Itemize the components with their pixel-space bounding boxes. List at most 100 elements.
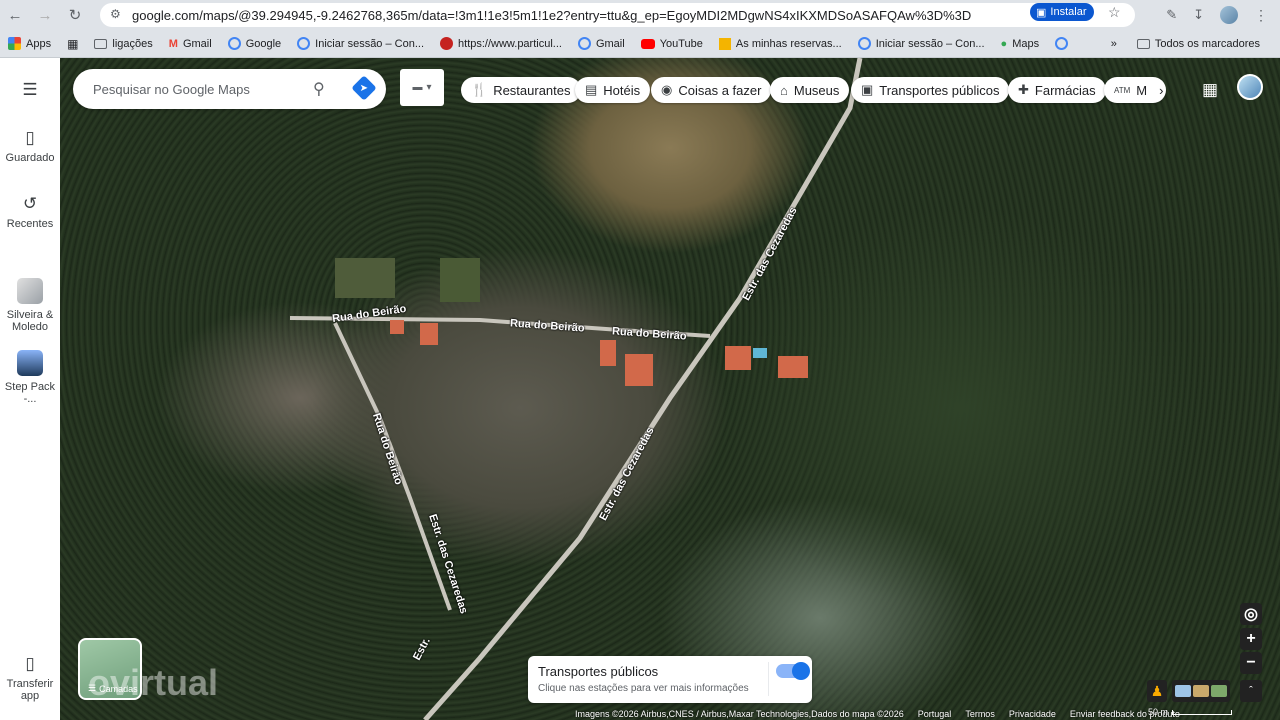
search-icon[interactable]: ⚲ [313, 79, 325, 99]
google-icon [857, 37, 871, 50]
road-estr-cezaredas [423, 58, 863, 720]
atm-icon: ATM [1114, 85, 1131, 95]
divider [768, 662, 769, 696]
chip-more[interactable]: ATM M › [1104, 77, 1166, 103]
reload-icon[interactable]: ↻ [60, 0, 90, 30]
scale-bar [1172, 709, 1233, 715]
site-info-icon[interactable]: ⚙ [110, 7, 121, 21]
bookmark-maps[interactable]: ● Maps [993, 38, 1048, 50]
bookmark-ligacoes[interactable]: ligações [86, 38, 160, 50]
bookmark-reservas[interactable]: As minhas reservas... [711, 37, 850, 50]
transit-card[interactable]: Transportes públicos Clique nas estações… [528, 656, 812, 703]
terms-link[interactable]: Termos [965, 709, 995, 719]
bookmark-particular[interactable]: https://www.particul... [432, 37, 570, 50]
google-icon [297, 37, 311, 50]
privacy-link[interactable]: Privacidade [1009, 709, 1056, 719]
chip-coisas-a-fazer[interactable]: ◉ Coisas a fazer [651, 77, 772, 103]
recents-button[interactable]: ↺ Recentes [0, 194, 60, 230]
camera-icon: ◉ [661, 82, 673, 97]
chevron-down-icon: ▾ [426, 82, 432, 93]
layer-thumb [1175, 685, 1191, 697]
menu-button[interactable]: ☰ [0, 80, 60, 104]
chip-museus[interactable]: ⌂ Museus [770, 77, 850, 103]
scale-indicator[interactable]: 50 m [1148, 707, 1233, 717]
place-thumbnail [17, 350, 43, 376]
road-overlay [289, 58, 863, 720]
google-apps-icon[interactable]: ▦ [1202, 80, 1218, 100]
back-icon[interactable]: ← [0, 0, 30, 30]
bed-icon: ▤ [585, 82, 598, 97]
address-bar[interactable]: ⚙ google.com/maps/@39.294945,-9.2462768,… [100, 3, 1135, 27]
minus-icon: − [1246, 654, 1256, 671]
keyboard-icon: ▬ [412, 82, 423, 93]
profile-avatar[interactable] [1220, 6, 1238, 24]
url-text: google.com/maps/@39.294945,-9.2462768,36… [132, 7, 972, 23]
recent-place-silveira[interactable]: Silveira & Moledo [0, 278, 60, 333]
apps-icon [8, 37, 21, 50]
bookmark-youtube[interactable]: YouTube [633, 38, 711, 50]
youtube-icon [640, 38, 655, 49]
chip-hoteis[interactable]: ▤ Hotéis [575, 77, 651, 103]
chip-transportes[interactable]: ▣ Transportes públicos [851, 77, 1010, 103]
map-footer: Imagens ©2026 Airbus,CNES / Airbus,Maxar… [575, 707, 1180, 720]
zoom-in-button[interactable]: + [1240, 628, 1262, 650]
layer-thumb [1211, 685, 1227, 697]
menu-dots-icon[interactable]: ⋮ [1254, 7, 1268, 24]
grid-icon: ▦ [67, 36, 79, 51]
mini-layers-button[interactable] [1172, 680, 1230, 702]
roof [778, 356, 808, 378]
museum-icon: ⌂ [780, 82, 788, 98]
bookmarks-bar: Apps ▦ ligações M Gmail Google Iniciar se… [0, 30, 1280, 58]
pegman-icon[interactable]: ♟ [1147, 680, 1167, 702]
install-icon: ▣ [1036, 6, 1047, 19]
chip-restaurantes[interactable]: 🍴 Restaurantes [461, 77, 581, 103]
bus-icon: ▣ [861, 82, 874, 97]
more-bookmarks-icon[interactable]: » [1111, 38, 1117, 50]
bookmark-google-2[interactable] [1047, 37, 1076, 50]
bookmark-icon: ▯ [25, 128, 35, 147]
forward-icon[interactable]: → [30, 0, 60, 30]
maps-pin-icon: ● [1000, 37, 1008, 50]
gmail-icon: M [168, 37, 178, 50]
chip-farmacias[interactable]: ✚ Farmácias [1008, 77, 1106, 103]
chevron-up-icon[interactable]: ˆ [1240, 680, 1262, 702]
download-icon[interactable]: ↧ [1193, 7, 1204, 23]
bookmark-gmail-1[interactable]: M Gmail [161, 38, 220, 50]
crosshair-icon: ◎ [1244, 606, 1258, 623]
my-location-button[interactable]: ◎ [1240, 603, 1262, 625]
bookmark-google[interactable]: Google [220, 37, 289, 50]
download-app-button[interactable]: ▯ Transferir app [0, 654, 60, 702]
account-avatar[interactable] [1237, 74, 1263, 100]
transport-filter-button[interactable]: ▬ ▾ [400, 69, 444, 106]
zoom-out-button[interactable]: − [1240, 652, 1262, 674]
history-icon: ↺ [22, 194, 38, 213]
install-button[interactable]: ▣ Instalar [1030, 3, 1095, 21]
bookmark-iniciar-1[interactable]: Iniciar sessão – Con... [289, 37, 432, 50]
directions-icon[interactable]: ➤ [351, 75, 377, 101]
bookmark-grid[interactable]: ▦ [59, 37, 86, 51]
satellite-map[interactable]: Rua do Beirão Rua do Beirão Rua do Beirã… [60, 58, 1280, 720]
bookmark-apps[interactable]: Apps [0, 37, 59, 50]
search-input[interactable]: Pesquisar no Google Maps [93, 82, 303, 97]
layer-thumb [1193, 685, 1209, 697]
search-box[interactable]: Pesquisar no Google Maps ⚲ ➤ [73, 69, 386, 109]
folder-icon [1136, 39, 1150, 49]
bookmark-gmail-2[interactable]: Gmail [570, 37, 633, 50]
roof [600, 340, 616, 366]
transit-toggle[interactable] [776, 662, 810, 680]
recent-place-steppack[interactable]: Step Pack -... [0, 350, 60, 405]
country-link[interactable]: Portugal [918, 709, 952, 719]
folder-icon [94, 38, 108, 49]
reservas-icon [718, 37, 731, 50]
transit-title: Transportes públicos [538, 664, 659, 679]
transit-subtitle: Clique nas estações para ver mais inform… [538, 683, 749, 694]
bookmark-all[interactable]: Todos os marcadores [1129, 38, 1268, 50]
bookmark-iniciar-2[interactable]: Iniciar sessão – Con... [850, 37, 993, 50]
saved-button[interactable]: ▯ Guardado [0, 128, 60, 164]
chevron-right-icon[interactable]: › [1159, 83, 1163, 98]
fork-knife-icon: 🍴 [471, 82, 488, 97]
extensions-icon[interactable]: ✎ [1166, 7, 1177, 23]
plus-icon: + [1246, 630, 1256, 647]
bookmark-star-icon[interactable]: ☆ [1108, 4, 1121, 21]
google-icon [577, 37, 591, 50]
